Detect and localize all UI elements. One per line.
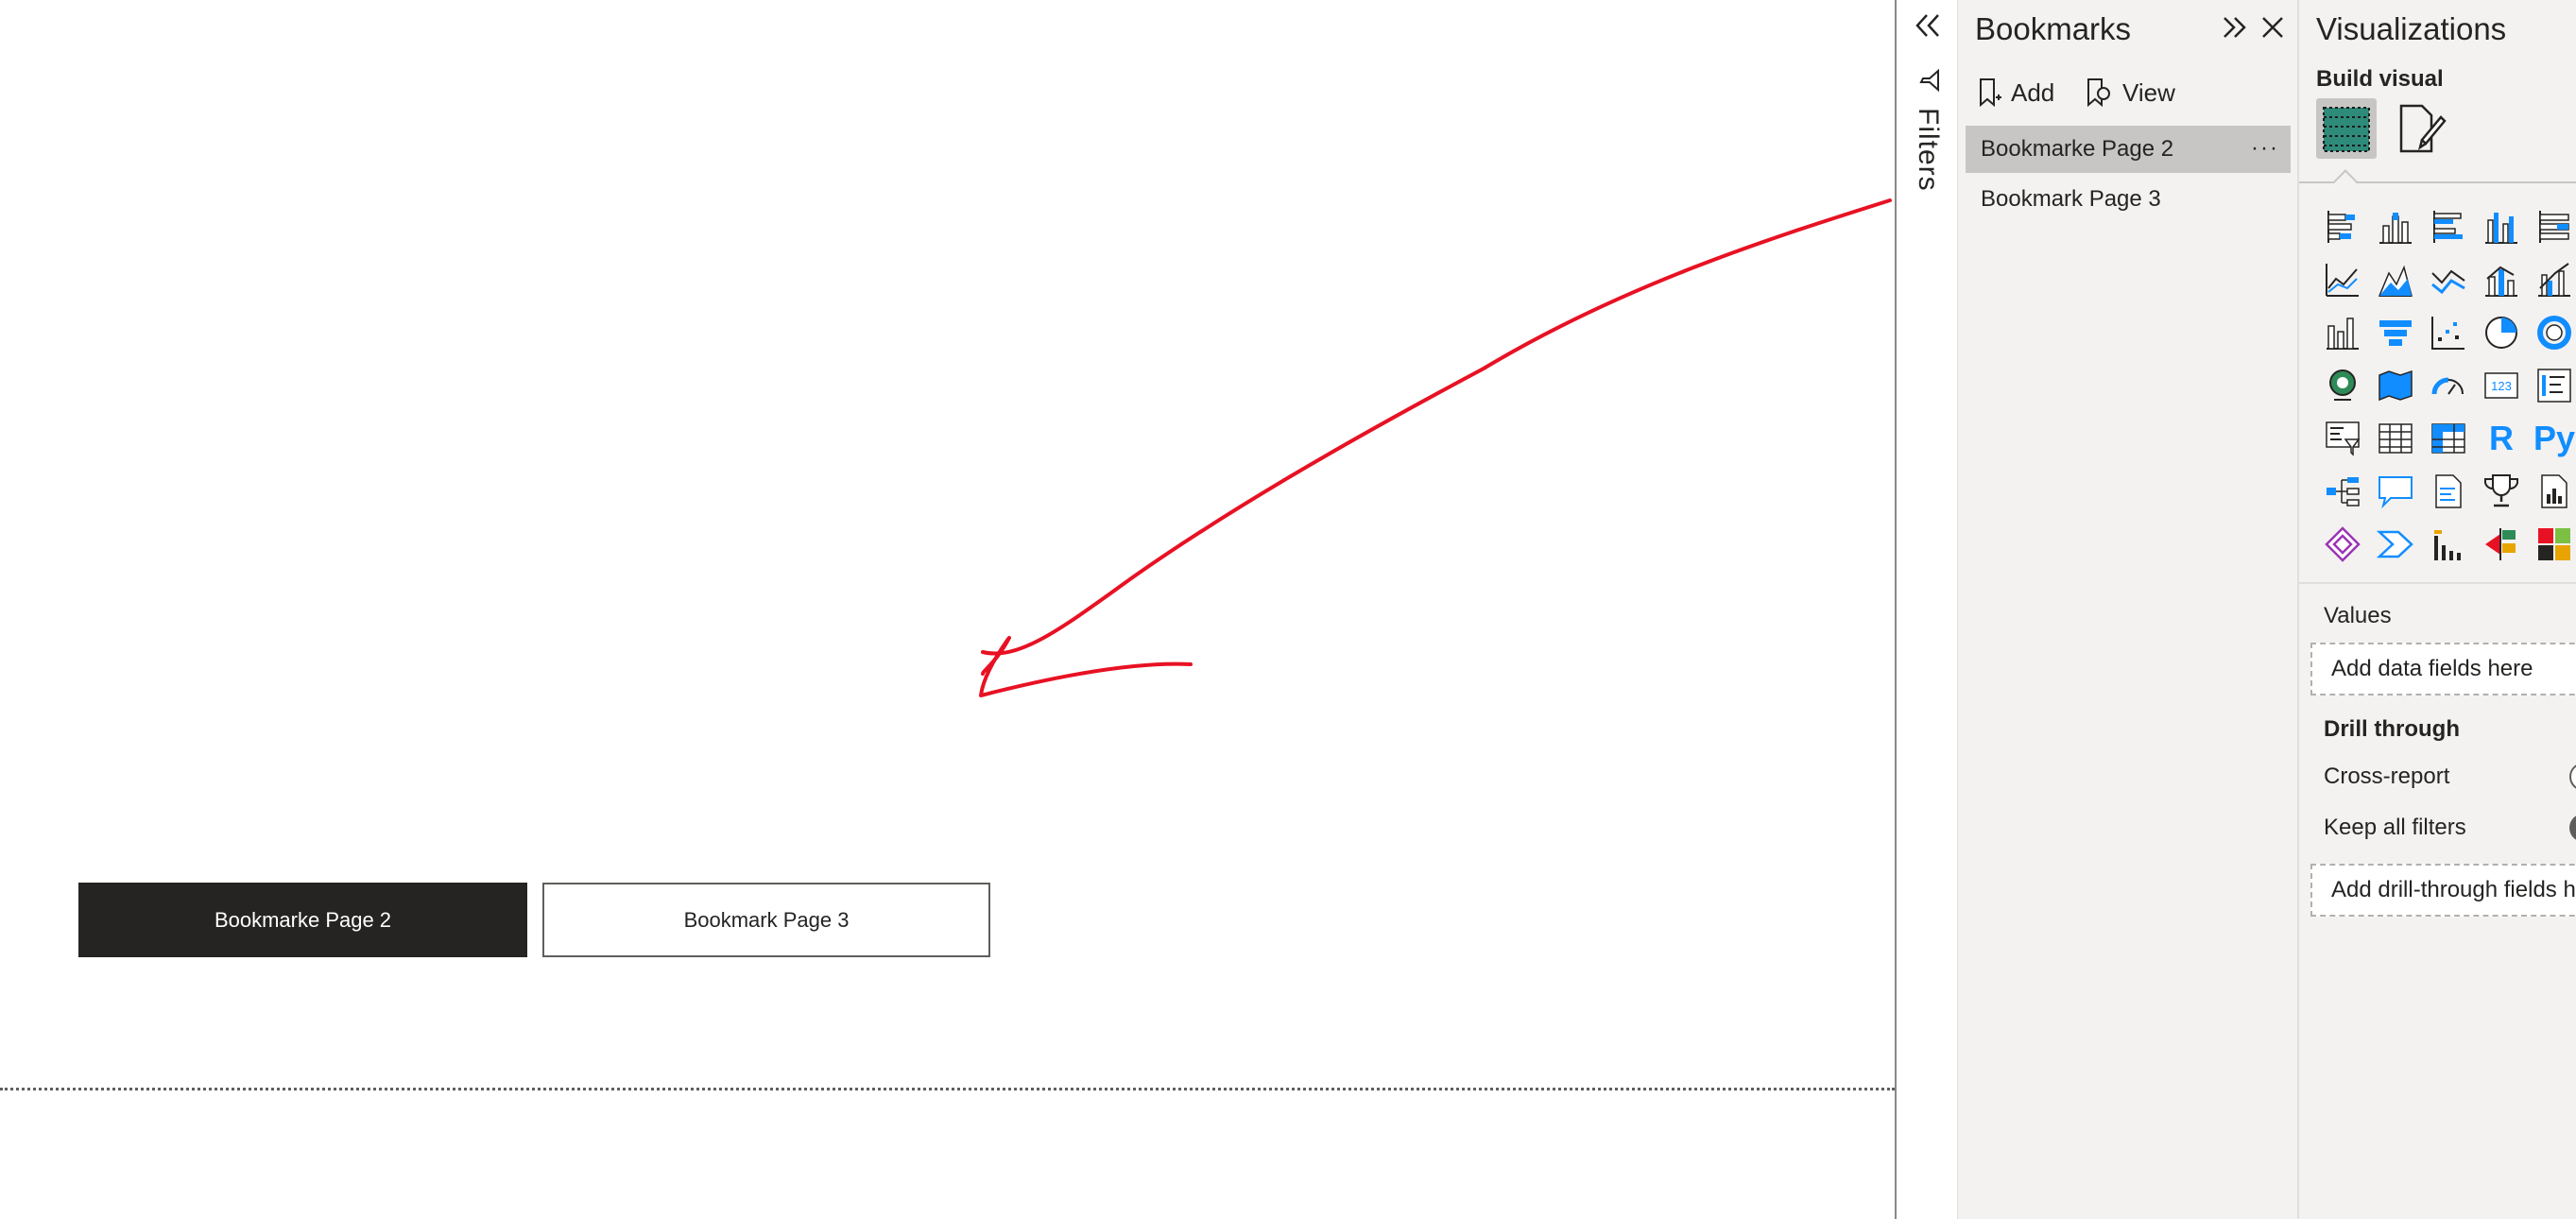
multi-row-card-icon[interactable]	[2528, 359, 2576, 412]
power-bi-report-editor: Bookmarke Page 2 Bookmark Page 3 Filters…	[0, 0, 2576, 1219]
fields-divider	[2299, 582, 2576, 584]
paginated-report-icon[interactable]	[2528, 465, 2576, 518]
add-label: Add	[2011, 77, 2055, 107]
visualizations-title: Visualizations	[2316, 11, 2507, 46]
custom-visual-1-icon[interactable]	[2422, 518, 2475, 571]
custom-visual-3-icon[interactable]	[2528, 518, 2576, 571]
100-stacked-bar-chart-icon[interactable]	[2528, 200, 2576, 253]
slicer-icon[interactable]	[2316, 412, 2369, 465]
values-label: Values	[2324, 603, 2392, 628]
python-visual-icon[interactable]: Py	[2528, 412, 2576, 465]
funnel-chart-icon[interactable]	[2369, 306, 2422, 359]
bookmark-item-page-3[interactable]: Bookmark Page 3	[1966, 176, 2291, 223]
bookmark-add-icon	[1980, 78, 2001, 108]
annotation-arrow	[979, 198, 1892, 697]
bookmark-page-3-button[interactable]: Bookmark Page 3	[542, 883, 990, 957]
visual-type-grid: 123 R Py	[2316, 200, 2576, 571]
page-boundary-line	[0, 1088, 1895, 1090]
build-visual-icon	[2323, 107, 2370, 152]
card-icon[interactable]: 123	[2475, 359, 2528, 412]
chevron-double-right-icon[interactable]	[2221, 13, 2249, 42]
cross-report-toggle[interactable]	[2569, 763, 2576, 791]
bookmark-view-icon	[2087, 78, 2110, 108]
ribbon-chart-icon[interactable]	[2316, 306, 2369, 359]
visualizations-pane: Visualizations Build visual 123 R Py Val…	[2299, 0, 2576, 1219]
view-label: View	[2122, 77, 2175, 107]
view-bookmarks-button[interactable]: View	[2085, 74, 2175, 112]
bookmarks-title: Bookmarks	[1975, 11, 2132, 46]
line-and-column-chart-icon[interactable]	[2475, 253, 2528, 306]
clustered-bar-chart-icon[interactable]	[2422, 200, 2475, 253]
matrix-icon[interactable]	[2422, 412, 2475, 465]
values-drop-zone[interactable]: Add data fields here	[2310, 643, 2576, 695]
expand-filters-icon[interactable]	[1912, 9, 1944, 42]
power-automate-icon[interactable]	[2369, 518, 2422, 571]
map-icon[interactable]	[2316, 359, 2369, 412]
bookmark-item-page-2[interactable]: Bookmarke Page 2 ···	[1966, 126, 2291, 173]
area-chart-icon[interactable]	[2369, 253, 2422, 306]
tab-indicator	[2333, 169, 2358, 194]
scatter-chart-icon[interactable]	[2422, 306, 2475, 359]
filters-pane-collapsed[interactable]: Filters	[1895, 0, 1958, 1219]
filter-funnel-icon	[1919, 68, 1939, 93]
qna-icon[interactable]	[2369, 465, 2422, 518]
build-visual-label: Build visual	[2316, 66, 2444, 92]
bookmark-page-2-button[interactable]: Bookmarke Page 2	[78, 883, 527, 957]
more-options-icon[interactable]: ···	[2251, 135, 2279, 162]
filled-map-icon[interactable]	[2369, 359, 2422, 412]
key-influencers-icon[interactable]	[2475, 465, 2528, 518]
format-visual-icon	[2399, 104, 2447, 153]
drill-through-drop-zone[interactable]: Add drill-through fields here	[2310, 864, 2576, 917]
line-chart-icon[interactable]	[2316, 253, 2369, 306]
build-visual-tab[interactable]	[2316, 98, 2377, 159]
bookmark-item-label: Bookmark Page 3	[1981, 186, 2161, 212]
close-icon[interactable]	[2258, 13, 2287, 42]
power-apps-icon[interactable]	[2316, 518, 2369, 571]
add-bookmark-button[interactable]: Add	[1977, 74, 2054, 112]
keep-all-filters-toggle[interactable]	[2569, 814, 2576, 842]
keep-all-filters-label: Keep all filters	[2324, 815, 2466, 840]
gauge-icon[interactable]	[2422, 359, 2475, 412]
custom-visual-2-icon[interactable]	[2475, 518, 2528, 571]
decomposition-tree-icon[interactable]	[2316, 465, 2369, 518]
pie-chart-icon[interactable]	[2475, 306, 2528, 359]
r-visual-icon[interactable]: R	[2475, 412, 2528, 465]
filters-label[interactable]: Filters	[1912, 108, 1944, 192]
stacked-column-chart-icon[interactable]	[2369, 200, 2422, 253]
report-canvas[interactable]: Bookmarke Page 2 Bookmark Page 3	[0, 0, 1895, 1219]
drill-through-label: Drill through	[2324, 716, 2460, 742]
clustered-column-chart-icon[interactable]	[2475, 200, 2528, 253]
bookmark-item-label: Bookmarke Page 2	[1981, 136, 2174, 162]
stacked-area-chart-icon[interactable]	[2422, 253, 2475, 306]
smart-narrative-icon[interactable]	[2422, 465, 2475, 518]
format-visual-tab[interactable]	[2388, 98, 2448, 159]
stacked-bar-chart-icon[interactable]	[2316, 200, 2369, 253]
line-and-clustered-column-chart-icon[interactable]	[2528, 253, 2576, 306]
donut-chart-icon[interactable]	[2528, 306, 2576, 359]
table-icon[interactable]	[2369, 412, 2422, 465]
bookmarks-pane: Bookmarks Add View Bookmarke Page 2 ···	[1958, 0, 2299, 1219]
cross-report-label: Cross-report	[2324, 764, 2450, 789]
svg-text:123: 123	[2491, 379, 2512, 393]
